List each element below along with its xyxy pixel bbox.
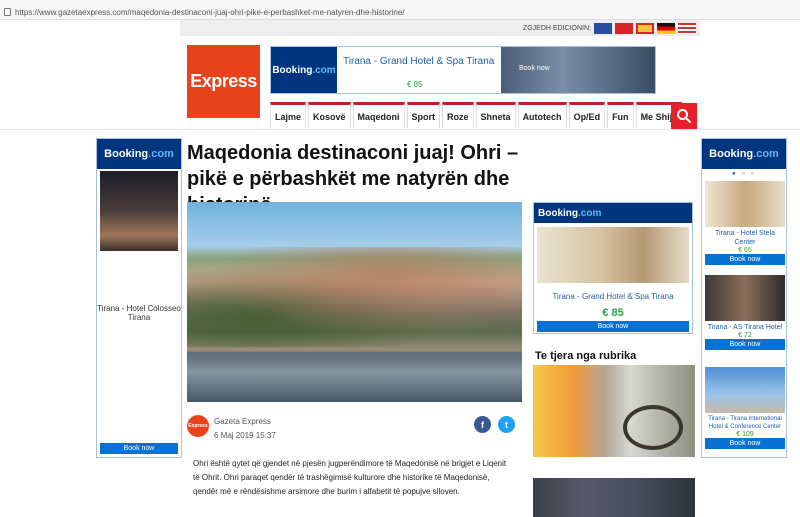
mid-booking-ad[interactable]: Booking .com Tirana - Grand Hotel & Spa T…: [533, 202, 693, 334]
main-nav: Lajme Kosovë Maqedoni Sport Roze Shneta …: [270, 102, 683, 130]
booking-logo: Booking .com: [702, 139, 786, 169]
photo-town: [187, 247, 522, 347]
right-ad-card-price: € 65: [738, 247, 752, 254]
nav-item-lajme[interactable]: Lajme: [270, 102, 307, 128]
twitter-icon: t: [505, 419, 508, 430]
article-author[interactable]: Gazeta Express: [214, 417, 271, 426]
left-ad-image: [100, 171, 178, 251]
booking-brand: Booking: [709, 148, 754, 160]
url-text: https://www.gazetaexpress.com/maqedonia-…: [15, 7, 405, 17]
booking-brand: Booking: [538, 207, 578, 219]
right-ad-card-book-button[interactable]: Book now: [705, 438, 785, 449]
booking-brand: Booking: [272, 64, 313, 76]
search-button[interactable]: [671, 103, 697, 129]
article-body: Ohri është qytet që gjendet në pjesën ju…: [193, 459, 507, 496]
site-logo[interactable]: Express: [187, 45, 260, 118]
address-bar[interactable]: https://www.gazetaexpress.com/maqedonia-…: [0, 0, 800, 20]
top-ad-price: € 85: [407, 80, 423, 89]
cannon-wheel: [623, 405, 683, 450]
nav-item-maqedoni[interactable]: Maqedoni: [352, 102, 405, 128]
right-ad-card-book-button[interactable]: Book now: [705, 254, 785, 265]
carousel-dots[interactable]: ● ○ ○: [732, 171, 756, 177]
right-ad-card[interactable]: Tirana - AS Tirana Hotel € 72 Book now: [705, 275, 785, 350]
mid-ad-price: € 85: [602, 307, 624, 319]
right-ad-card-book-button[interactable]: Book now: [705, 339, 785, 350]
search-icon: [677, 109, 692, 124]
nav-item-autotech[interactable]: Autotech: [517, 102, 567, 128]
related-article-image[interactable]: [533, 365, 695, 457]
related-section-title: Te tjera nga rubrika: [535, 350, 637, 362]
right-ad-card-image: [705, 367, 785, 413]
mid-ad-hotel: Tirana - Grand Hotel & Spa Tirana: [552, 292, 674, 301]
right-booking-ad[interactable]: Booking .com ● ○ ○ Tirana - Hotel Stela C…: [701, 138, 787, 458]
flag-kosovo-icon[interactable]: [594, 22, 612, 34]
facebook-share-button[interactable]: f: [474, 416, 491, 433]
article-photo: [187, 202, 522, 402]
logo-text: Express: [190, 71, 257, 91]
twitter-share-button[interactable]: t: [498, 416, 515, 433]
left-ad-book-button[interactable]: Book now: [100, 443, 178, 454]
flag-usa-icon[interactable]: [678, 22, 696, 34]
related-article-image-2[interactable]: [533, 478, 695, 517]
mid-ad-book-button[interactable]: Book now: [537, 321, 689, 332]
booking-brand: Booking: [104, 148, 149, 160]
left-booking-ad[interactable]: Booking .com Tirana - Hotel Colosseo Tira…: [96, 138, 182, 458]
top-ad-book-button[interactable]: Book now: [519, 65, 550, 72]
right-ad-card-hotel: Tirana - Tirana International Hotel & Co…: [708, 416, 782, 430]
flag-albania-icon[interactable]: [615, 22, 633, 34]
right-ad-card[interactable]: Tirana - Tirana International Hotel & Co…: [705, 367, 785, 449]
nav-item-roze[interactable]: Roze: [442, 102, 474, 128]
right-ad-card-price: € 72: [738, 332, 752, 339]
top-booking-ad[interactable]: Booking .com Tirana - Grand Hotel & Spa T…: [270, 46, 656, 94]
nav-item-fun[interactable]: Fun: [607, 102, 634, 128]
right-ad-card[interactable]: Tirana - Hotel Stela Center € 65 Book no…: [705, 181, 785, 265]
author-avatar: Express: [187, 415, 209, 437]
flag-macedonia-icon[interactable]: [636, 22, 654, 34]
top-ad-image: Book now: [501, 47, 655, 93]
booking-logo: Booking .com: [97, 139, 181, 169]
booking-brand-suffix: .com: [148, 148, 174, 160]
right-ad-card-hotel: Tirana - AS Tirana Hotel: [707, 324, 783, 331]
facebook-icon: f: [481, 419, 484, 430]
right-ad-card-price: € 109: [736, 431, 754, 438]
booking-brand-suffix: .com: [312, 64, 336, 76]
right-ad-card-image: [705, 275, 785, 321]
nav-item-oped[interactable]: Op/Ed: [568, 102, 606, 128]
right-ad-card-hotel: Tirana - Hotel Stela Center: [714, 230, 776, 246]
booking-brand-suffix: .com: [753, 148, 779, 160]
left-ad-hotel: Tirana - Hotel Colosseo Tirana: [97, 304, 181, 322]
article-date: 6 Maj 2019 15:37: [214, 431, 276, 440]
lock-icon: [4, 8, 11, 16]
author-avatar-text: Express: [188, 423, 208, 429]
right-ad-card-image: [705, 181, 785, 227]
top-ad-hotel: Tirana - Grand Hotel & Spa Tirana: [343, 56, 495, 67]
flag-germany-icon[interactable]: [657, 22, 675, 34]
photo-lake: [187, 352, 522, 402]
booking-logo: Booking .com: [271, 47, 337, 93]
booking-logo: Booking .com: [534, 203, 692, 223]
booking-brand-suffix: .com: [578, 207, 602, 219]
nav-item-shneta[interactable]: Shneta: [475, 102, 516, 128]
header-divider: [0, 129, 800, 130]
mid-ad-image: [537, 227, 689, 283]
edition-label: ZGJEDH EDICIONIN:: [522, 24, 591, 32]
nav-item-sport[interactable]: Sport: [406, 102, 441, 128]
edition-selector: ZGJEDH EDICIONIN:: [180, 20, 700, 36]
nav-item-kosove[interactable]: Kosovë: [308, 102, 351, 128]
